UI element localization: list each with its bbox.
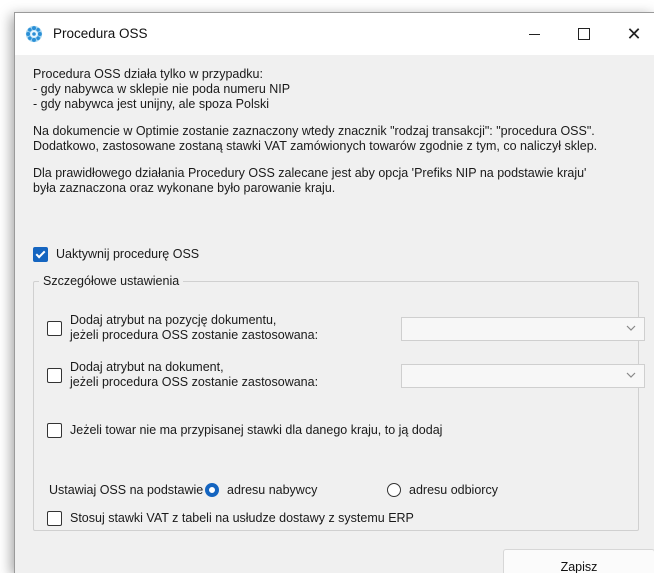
add-missing-rate-label[interactable]: Jeżeli towar nie ma przypisanej stawki d… — [70, 423, 442, 438]
close-icon: ✕ — [626, 23, 642, 45]
item-attribute-label[interactable]: Dodaj atrybut na pozycję dokumentu, — [70, 313, 276, 328]
info-line: - gdy nabywca w sklepie nie poda numeru … — [33, 82, 291, 96]
save-button[interactable]: Zapisz — [503, 549, 654, 573]
info-line: Dla prawidłowego działania Procedury OSS… — [33, 166, 587, 180]
dialog-window: Procedura OSS ✕ Procedura OSS działa tyl… — [14, 12, 654, 573]
minimize-button[interactable] — [511, 13, 557, 55]
window-title: Procedura OSS — [53, 26, 148, 41]
activate-oss-checkbox[interactable] — [33, 247, 48, 262]
gear-icon — [25, 25, 43, 43]
document-attribute-label[interactable]: jeżeli procedura OSS zostanie zastosowan… — [70, 375, 318, 390]
info-line: była zaznaczona oraz wykonane było parow… — [33, 181, 336, 195]
dialog-content: Procedura OSS działa tylko w przypadku: … — [15, 55, 654, 573]
maximize-icon — [578, 28, 590, 40]
minimize-icon — [528, 33, 540, 35]
oss-basis-label: Ustawiaj OSS na podstawie — [49, 483, 204, 497]
document-attribute-select[interactable] — [401, 364, 645, 388]
info-line: Dodatkowo, zastosowane zostaną stawki VA… — [33, 139, 598, 153]
close-button[interactable]: ✕ — [611, 13, 654, 55]
erp-vat-rates-checkbox[interactable] — [47, 511, 62, 526]
item-attribute-label[interactable]: jeżeli procedura OSS zostanie zastosowan… — [70, 328, 318, 343]
document-attribute-label[interactable]: Dodaj atrybut na dokument, — [70, 360, 224, 375]
chevron-down-icon — [626, 325, 636, 331]
details-legend: Szczegółowe ustawienia — [39, 273, 184, 289]
radio-buyer-address-label[interactable]: adresu nabywcy — [227, 483, 317, 498]
title-bar[interactable]: Procedura OSS ✕ — [15, 13, 654, 55]
item-attribute-select[interactable] — [401, 317, 645, 341]
info-line: Na dokumencie w Optimie zostanie zaznacz… — [33, 124, 595, 138]
add-missing-rate-checkbox[interactable] — [47, 423, 62, 438]
info-line: - gdy nabywca jest unijny, ale spoza Pol… — [33, 97, 269, 111]
erp-vat-rates-label[interactable]: Stosuj stawki VAT z tabeli na usłudze do… — [70, 511, 414, 526]
maximize-button[interactable] — [561, 13, 607, 55]
radio-recipient-address[interactable] — [387, 483, 401, 497]
document-attribute-checkbox[interactable] — [47, 368, 62, 383]
radio-recipient-address-label[interactable]: adresu odbiorcy — [409, 483, 498, 498]
info-line: Procedura OSS działa tylko w przypadku: — [33, 67, 263, 81]
radio-buyer-address[interactable] — [205, 483, 219, 497]
activate-oss-label[interactable]: Uaktywnij procedurę OSS — [56, 247, 199, 262]
item-attribute-checkbox[interactable] — [47, 321, 62, 336]
chevron-down-icon — [626, 372, 636, 378]
